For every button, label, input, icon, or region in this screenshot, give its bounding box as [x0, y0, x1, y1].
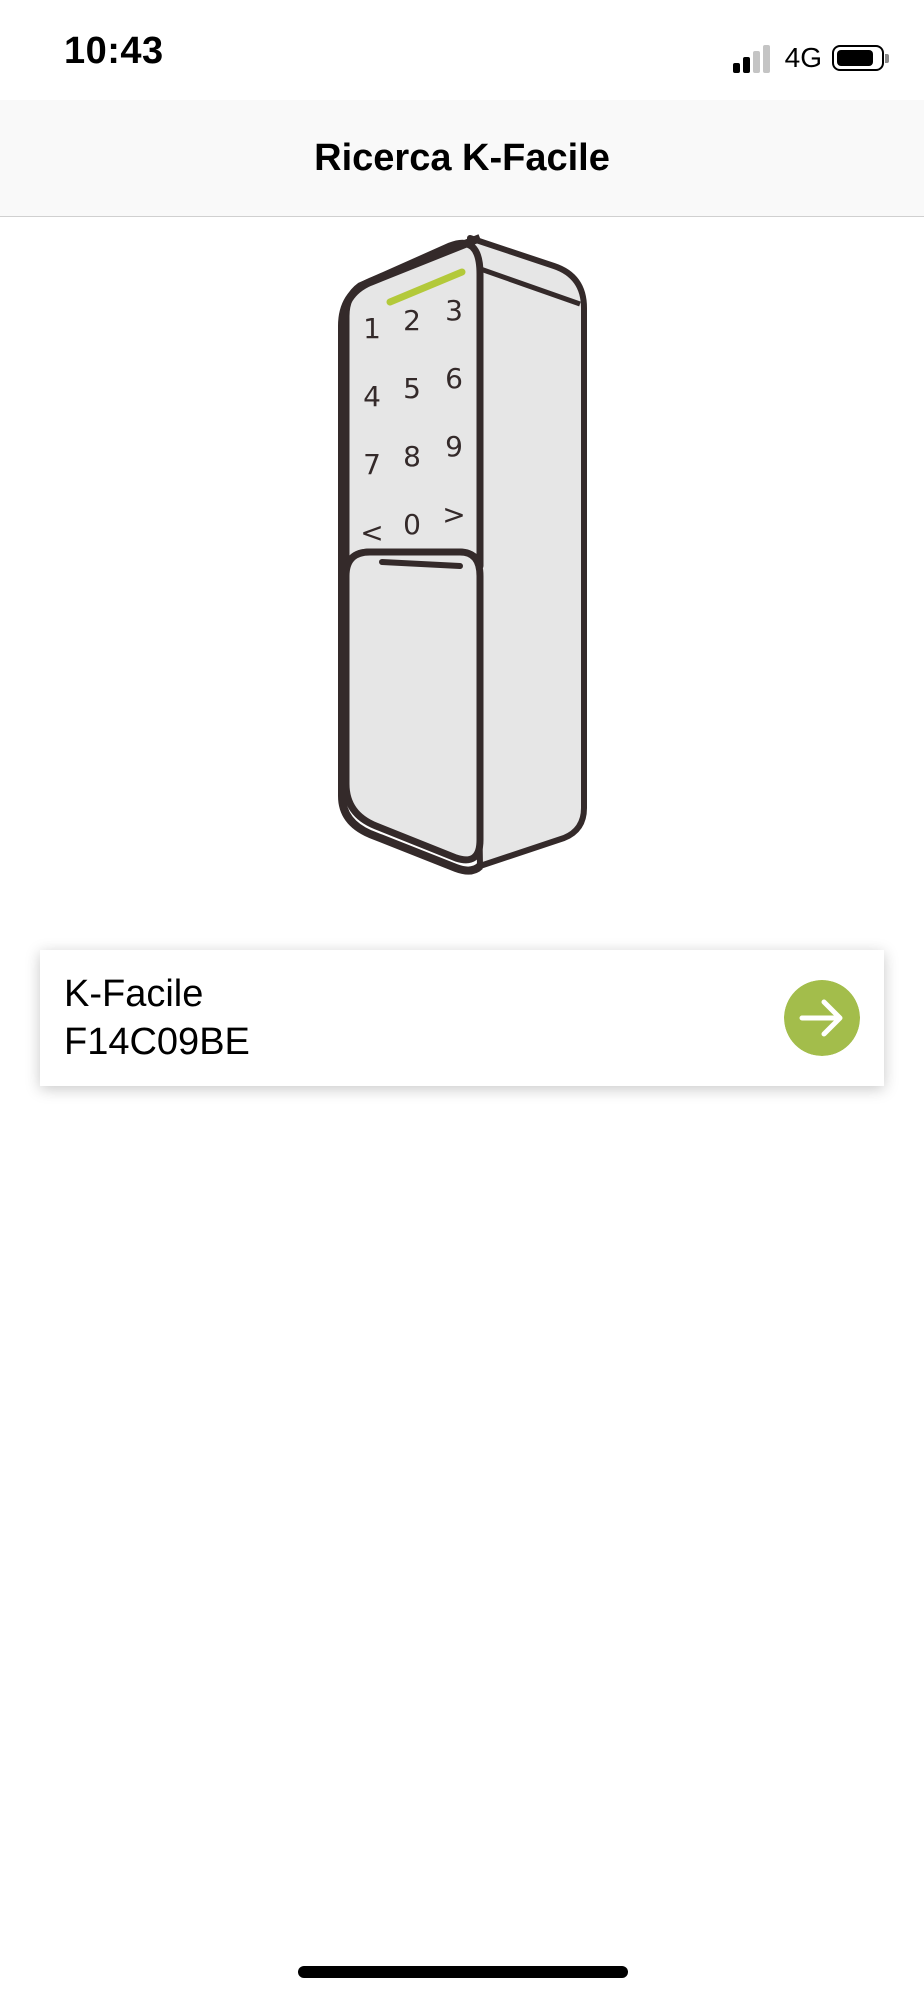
keypad-key: 2	[403, 304, 421, 337]
keypad-key: 5	[403, 372, 421, 405]
lock-lower-face	[342, 548, 484, 864]
keypad-key: 9	[445, 430, 463, 463]
signal-bar	[732, 63, 740, 73]
keypad-key: 0	[403, 508, 421, 541]
keypad-key: 1	[363, 312, 381, 345]
keypad-key: 4	[363, 380, 381, 413]
lock-side-panel	[467, 235, 587, 869]
keypad-key: 7	[363, 448, 381, 481]
keypad-key: <	[360, 516, 383, 549]
keypad-key: 6	[445, 362, 463, 395]
home-indicator[interactable]	[298, 1966, 628, 1978]
device-name: K-Facile	[64, 973, 204, 1015]
signal-bar	[762, 45, 770, 73]
signal-bar	[742, 57, 750, 73]
device-list-item[interactable]: K-Facile F14C09BE	[40, 950, 884, 1086]
arrow-right-icon[interactable]	[784, 980, 860, 1056]
battery-icon	[832, 45, 889, 71]
status-time: 10:43	[64, 30, 164, 72]
status-indicators: 4G	[732, 40, 889, 76]
network-label: 4G	[784, 42, 822, 73]
keypad-key: >	[442, 498, 465, 531]
keypad-key: 3	[445, 294, 463, 327]
page-title: Ricerca K-Facile	[314, 136, 610, 179]
signal-icon	[732, 43, 773, 73]
keypad-key: 8	[403, 440, 421, 473]
status-bar: 10:43 4G	[0, 0, 924, 100]
keypad-lock-illustration: 1 2 3 4 5 6 7 8 9 < 0 >	[338, 234, 587, 875]
lock-card-slot	[379, 559, 463, 569]
device-id: F14C09BE	[64, 1021, 250, 1063]
navigation-bar: Ricerca K-Facile	[0, 100, 924, 217]
signal-bar	[752, 51, 760, 73]
